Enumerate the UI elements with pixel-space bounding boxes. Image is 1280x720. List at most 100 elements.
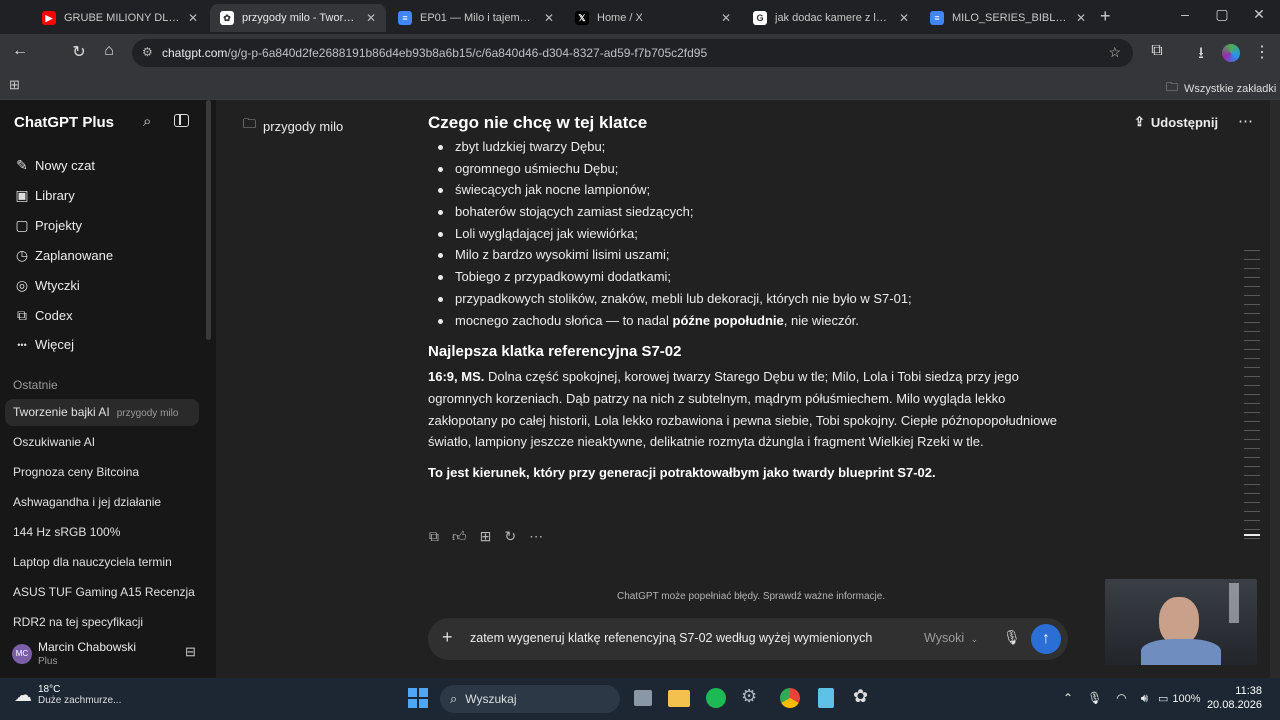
- close-tab-icon[interactable]: ✕: [188, 11, 198, 25]
- scheduled-icon: ◷: [15, 247, 29, 263]
- project-tag: przygody milo: [116, 408, 179, 419]
- recent-chat-item[interactable]: Laptop dla nauczyciela termin: [13, 555, 172, 569]
- sidebar-scrollbar[interactable]: [206, 100, 211, 340]
- tab-title: przygody milo - Tworzenie bajki: [242, 12, 358, 24]
- task-view-icon[interactable]: [634, 690, 652, 706]
- recent-chat-item[interactable]: 144 Hz sRGB 100%: [13, 525, 120, 539]
- chatgpt-app-icon[interactable]: ✿: [853, 686, 868, 707]
- send-button[interactable]: ↑: [1031, 624, 1061, 654]
- share-icon: ⇪: [1134, 114, 1145, 129]
- scroll-minimap[interactable]: [1244, 250, 1260, 540]
- wifi-icon: ◠: [1116, 691, 1127, 705]
- download-icon[interactable]: ⭳: [1189, 42, 1213, 69]
- settings-icon[interactable]: ⚙: [741, 686, 757, 707]
- chatgpt-icon: ✿: [220, 11, 234, 25]
- recent-chat-item[interactable]: Tworzenie bajki AI przygody milo: [13, 405, 178, 419]
- battery-status[interactable]: ▭ 100%: [1158, 692, 1201, 706]
- file-explorer-icon[interactable]: [668, 690, 690, 707]
- close-tab-icon[interactable]: ✕: [721, 11, 731, 25]
- chat-main: 🗀 przygody milo ⇪ Udostępnij ⋯ Czego nie…: [216, 100, 1280, 678]
- share-button[interactable]: ⇪ Udostępnij: [1134, 114, 1218, 130]
- message-actions: ⧉ 👍︎ ⊞ ↻ ⋯: [429, 528, 543, 545]
- tray[interactable]: ⌃ 🎙︎ ◠ 🔊︎: [1063, 691, 1148, 706]
- search-icon[interactable]: ⌕: [143, 113, 151, 130]
- clock[interactable]: 11:38 20.08.2026: [1204, 685, 1262, 711]
- recent-chat-item[interactable]: Oszukiwanie AI: [13, 435, 95, 449]
- docs-icon: ≡: [930, 11, 944, 25]
- apps-grid-icon[interactable]: ⊞: [9, 77, 20, 93]
- battery-icon: ▭: [1158, 693, 1169, 705]
- new-tab-button[interactable]: +: [1100, 6, 1111, 27]
- search-icon: ⌕: [450, 691, 458, 706]
- tab-title: EP01 — Milo i tajemniczy świat: [420, 12, 536, 24]
- recent-chat-item[interactable]: ASUS TUF Gaming A15 Recenzja: [13, 585, 195, 599]
- sidebar-item-projekty[interactable]: ▢ Projekty: [14, 217, 82, 234]
- add-attachment-icon[interactable]: +: [442, 627, 453, 648]
- taskbar-search[interactable]: ⌕ Wyszukaj: [440, 685, 620, 713]
- tab-title: jak dodac kamere z laptopa: [775, 12, 891, 24]
- sidebar-item-wtyczki[interactable]: ◎ Wtyczki: [14, 277, 80, 294]
- copy-icon[interactable]: ⧉: [429, 528, 439, 545]
- close-window-button[interactable]: ✕: [1244, 6, 1274, 23]
- all-bookmarks[interactable]: 🗀 Wszystkie zakładki: [1166, 78, 1276, 99]
- microphone-icon[interactable]: 🎙︎: [1003, 629, 1021, 646]
- site-info-icon[interactable]: ⚙: [142, 45, 153, 59]
- close-tab-icon[interactable]: ✕: [899, 11, 909, 25]
- maximize-button[interactable]: ▢: [1207, 6, 1237, 23]
- recent-chat-item[interactable]: Ashwagandha i jej działanie: [13, 495, 161, 509]
- archive-icon[interactable]: ⊟: [185, 644, 196, 660]
- notepad-icon[interactable]: [818, 688, 834, 708]
- user-profile[interactable]: MC Marcin Chabowski Plus ⊟: [0, 630, 216, 678]
- sidebar-item-nowy-czat[interactable]: ✎ Nowy czat: [14, 157, 95, 174]
- chrome-icon[interactable]: [780, 688, 800, 708]
- start-button[interactable]: [408, 688, 428, 708]
- more-options-icon[interactable]: ⋯: [1238, 112, 1253, 130]
- sidebar-item-codex[interactable]: ⧉ Codex: [14, 307, 73, 324]
- sidebar-item-library[interactable]: ▣ Library: [14, 187, 74, 204]
- reload-icon[interactable]: ↻: [67, 42, 91, 62]
- list-item: bohaterów stojących zamiast siedzących;: [428, 201, 1068, 223]
- close-tab-icon[interactable]: ✕: [366, 11, 376, 25]
- browser-tab[interactable]: Gjak dodac kamere z laptopa ✕: [743, 4, 919, 32]
- conclusion: To jest kierunek, który przy generacji p…: [428, 465, 936, 480]
- browser-tab[interactable]: ≡ MILO_SERIES_BIBLE_1.0_UPDATED ✕: [920, 4, 1096, 32]
- branch-icon[interactable]: ⊞: [480, 528, 492, 545]
- recent-chat-item[interactable]: Prognoza ceny Bitcoina: [13, 465, 139, 479]
- browser-tab[interactable]: 𝕏 Home / X ✕: [565, 4, 741, 32]
- microphone-icon: 🎙︎: [1087, 691, 1103, 705]
- browser-tab[interactable]: ≡ EP01 — Milo i tajemniczy świat ✕: [388, 4, 564, 32]
- address-bar[interactable]: ⚙ chatgpt.com/g/g-p-6a840d2fe2688191b86d…: [132, 39, 1133, 67]
- close-tab-icon[interactable]: ✕: [1076, 11, 1086, 25]
- regenerate-icon[interactable]: ↻: [504, 528, 516, 545]
- thumbs-icon[interactable]: 👍︎: [452, 528, 467, 545]
- folder-icon: 🗀: [243, 116, 257, 131]
- tab-title: GRUBE MILIONY DLA OPERATORÓW: [64, 12, 180, 24]
- brand-title[interactable]: ChatGPT Plus: [14, 114, 114, 131]
- close-tab-icon[interactable]: ✕: [544, 11, 554, 25]
- home-icon[interactable]: ⌂: [97, 42, 121, 60]
- list-item: ogromnego uśmiechu Dębu;: [428, 158, 1068, 180]
- toggle-sidebar-icon[interactable]: [174, 114, 189, 127]
- back-icon[interactable]: ←: [8, 42, 32, 60]
- page-scrollbar[interactable]: [1270, 100, 1280, 678]
- browser-tab[interactable]: ▶ GRUBE MILIONY DLA OPERATORÓW ✕: [32, 4, 208, 32]
- sidebar-item-więcej[interactable]: ••• Więcej: [14, 337, 74, 352]
- recent-chat-item[interactable]: RDR2 na tej specyfikacji: [13, 615, 143, 629]
- extensions-icon[interactable]: ⧉: [1145, 42, 1169, 60]
- browser-tab-bar: ▶ GRUBE MILIONY DLA OPERATORÓW ✕ ✿ przygody …: [0, 0, 1280, 34]
- sidebar-item-zaplanowane[interactable]: ◷ Zaplanowane: [14, 247, 113, 264]
- project-breadcrumb[interactable]: 🗀 przygody milo: [243, 115, 343, 137]
- spotify-icon[interactable]: [706, 688, 726, 708]
- bookmark-star-icon[interactable]: ☆: [1108, 44, 1121, 61]
- profile-avatar-icon[interactable]: [1222, 44, 1240, 62]
- more-icon[interactable]: ⋯: [529, 528, 543, 545]
- weather-widget[interactable]: ☁ 18°C Duże zachmurze...: [14, 684, 121, 706]
- browser-tab[interactable]: ✿ przygody milo - Tworzenie bajki ✕: [210, 4, 386, 32]
- message-input[interactable]: zatem wygeneruj klatkę refenencyjną S7-0…: [470, 631, 872, 645]
- windows-taskbar: ☁ 18°C Duże zachmurze... ⌕ Wyszukaj ⚙ ✿ …: [0, 678, 1280, 720]
- youtube-icon: ▶: [42, 11, 56, 25]
- model-selector[interactable]: Wysoki ⌄: [924, 631, 978, 645]
- minimize-button[interactable]: –: [1170, 6, 1200, 22]
- volume-icon: 🔊︎: [1140, 691, 1149, 705]
- menu-icon[interactable]: ⋮: [1250, 42, 1274, 62]
